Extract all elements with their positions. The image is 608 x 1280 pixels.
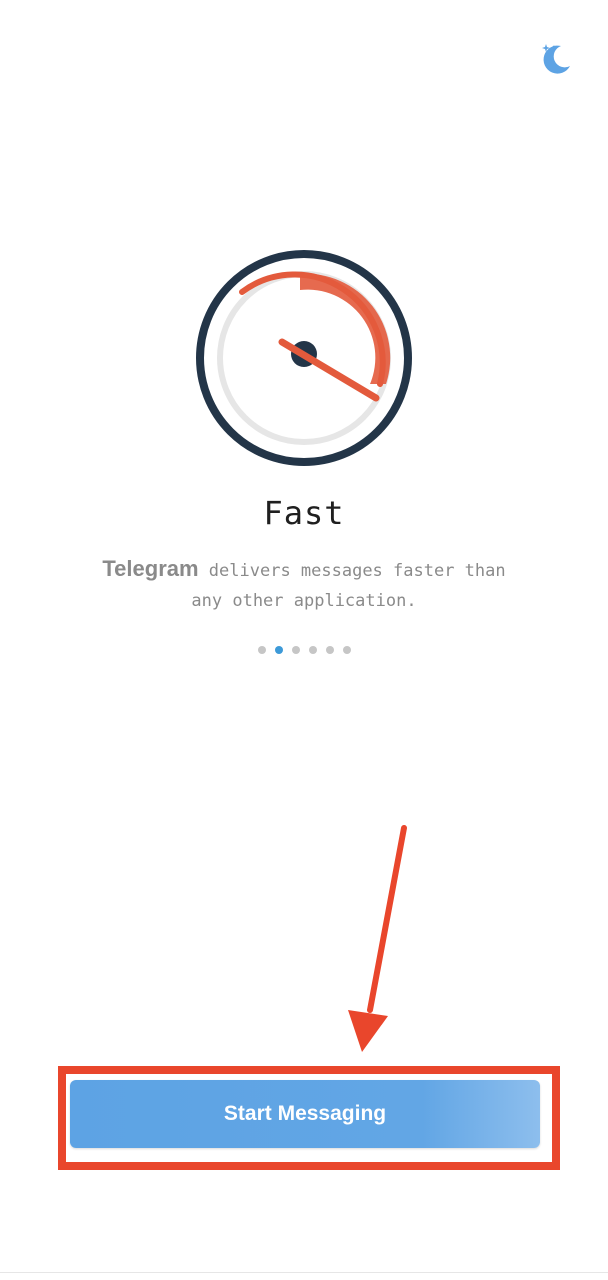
page-dot[interactable] bbox=[342, 646, 351, 654]
feature-description: Telegram delivers messages faster than a… bbox=[100, 554, 508, 616]
start-messaging-button[interactable]: Start Messaging bbox=[70, 1080, 540, 1148]
speedometer-icon bbox=[190, 244, 418, 472]
page-dot[interactable] bbox=[325, 646, 334, 654]
theme-toggle-button[interactable] bbox=[534, 36, 578, 80]
moon-stars-icon bbox=[542, 44, 570, 74]
page-dot-active[interactable] bbox=[274, 646, 283, 654]
brand-name: Telegram bbox=[102, 556, 199, 581]
page-indicator bbox=[0, 646, 608, 656]
page-dot[interactable] bbox=[308, 646, 317, 654]
intro-screen: Fast Telegram delivers messages faster t… bbox=[0, 0, 608, 1280]
annotation-arrow bbox=[330, 820, 430, 1060]
description-text: delivers messages faster than any other … bbox=[191, 561, 506, 611]
divider bbox=[0, 1272, 608, 1273]
page-dot[interactable] bbox=[257, 646, 266, 654]
page-title: Fast bbox=[263, 494, 345, 532]
page-dot[interactable] bbox=[291, 646, 300, 654]
